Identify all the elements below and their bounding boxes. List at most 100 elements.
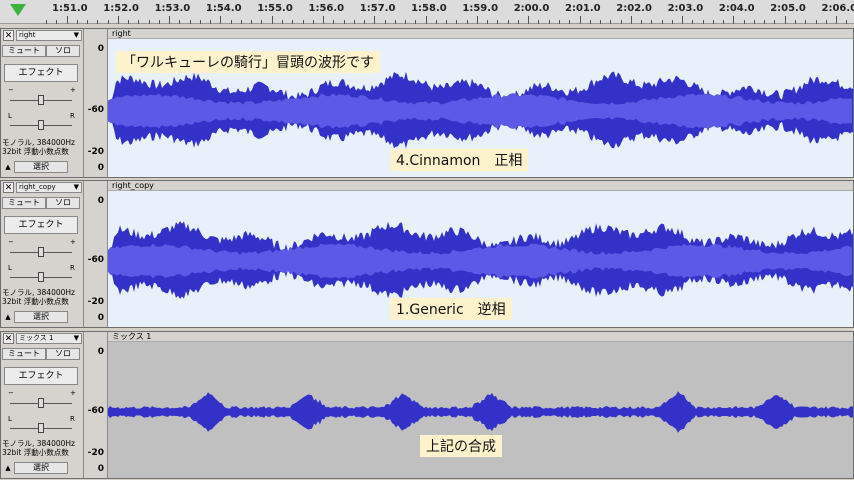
ruler-tick-mark	[774, 20, 776, 24]
collapse-track-icon[interactable]: ▲	[3, 312, 13, 322]
ruler-tick-label: 2:01.0	[565, 3, 601, 14]
collapse-track-icon[interactable]: ▲	[3, 463, 13, 473]
ruler-tick-mark	[446, 20, 448, 24]
track-name-dropdown[interactable]: right ▼	[16, 30, 82, 41]
pan-slider-thumb[interactable]	[38, 423, 44, 433]
ruler-tick-mark	[333, 20, 335, 24]
scale-label-top: 0	[97, 44, 104, 54]
track-name-label: right_copy	[19, 183, 56, 191]
ruler-tick-mark	[651, 20, 653, 24]
timeline-ruler[interactable]: 1:51.0 1:52.0 1:53.0 1:54.0 1:55.0 1:56.0 1:57…	[0, 0, 854, 24]
ruler-tick-label: 1:54.0	[205, 3, 242, 14]
annotation-note: 4.Cinnamon 正相	[390, 149, 529, 171]
solo-button[interactable]: ソロ	[46, 45, 80, 57]
ruler-tick-label: 1:55.0	[257, 3, 293, 14]
gain-minus-label: −	[8, 86, 14, 94]
mute-button[interactable]: ミュート	[2, 197, 46, 209]
ruler-tick-mark	[271, 16, 273, 24]
collapse-track-icon[interactable]: ▲	[3, 162, 13, 172]
scale-label-bottom: -20	[87, 297, 104, 307]
ruler-tick-mark	[425, 16, 427, 24]
ruler-tick-mark	[374, 16, 376, 24]
ruler-tick-mark	[692, 20, 694, 24]
ruler-tick-mark	[733, 16, 735, 24]
ruler-tick-label: 2:02.0	[616, 3, 652, 14]
mute-button[interactable]: ミュート	[2, 45, 46, 57]
clip-title: ミックス 1	[108, 331, 854, 342]
ruler-tick-mark	[487, 20, 489, 24]
ruler-tick-mark	[251, 20, 253, 24]
audio-track-right[interactable]: ✕ right ▼ ミュート ソロ エフェクト − + L R モノラル, 384…	[0, 28, 854, 178]
ruler-tick-mark	[836, 16, 838, 24]
ruler-tick-mark	[56, 20, 58, 24]
audio-track-right-copy[interactable]: ✕ right_copy ▼ ミュート ソロ エフェクト − + L R モノラル…	[0, 180, 854, 328]
select-button[interactable]: 選択	[14, 161, 68, 173]
waveform-area[interactable]: right_copy 1.Generic 逆相	[108, 180, 854, 328]
solo-button[interactable]: ソロ	[46, 348, 80, 360]
close-track-icon[interactable]: ✕	[3, 30, 14, 41]
ruler-tick-label: 1:57.0	[359, 3, 396, 14]
pan-left-label: L	[8, 415, 12, 423]
ruler-tick-mark	[240, 20, 242, 24]
waveform-area[interactable]: ミックス 1 上記の合成	[108, 331, 854, 479]
ruler-tick-mark	[600, 20, 602, 24]
vertical-scale: 0 -60 -20 0	[84, 180, 108, 328]
effect-button[interactable]: エフェクト	[4, 367, 78, 385]
ruler-tick-mark	[712, 20, 714, 24]
ruler-tick-mark	[405, 20, 407, 24]
ruler-tick-mark	[630, 16, 632, 24]
annotation-note: 「ワルキューレの騎行」冒頭の波形です	[116, 51, 380, 73]
effect-button[interactable]: エフェクト	[4, 64, 78, 82]
close-track-icon[interactable]: ✕	[3, 182, 14, 193]
pan-left-label: L	[8, 112, 12, 120]
gain-slider-thumb[interactable]	[38, 95, 44, 105]
ruler-tick-mark	[179, 20, 181, 24]
audio-track-mix[interactable]: ✕ ミックス 1 ▼ ミュート ソロ エフェクト − + L R モノラル, 38…	[0, 331, 854, 479]
ruler-tick-mark	[528, 16, 530, 24]
ruler-tick-mark	[559, 20, 560, 24]
ruler-tick-label: 2:06.0	[821, 3, 854, 14]
ruler-tick-mark	[415, 20, 417, 24]
ruler-tick-mark	[641, 20, 643, 24]
track-name-dropdown[interactable]: ミックス 1 ▼	[16, 333, 82, 344]
track-name-dropdown[interactable]: right_copy ▼	[16, 182, 82, 193]
ruler-tick-mark	[671, 20, 673, 24]
gain-minus-label: −	[8, 389, 14, 397]
waveform-area[interactable]: right 「ワルキューレの騎行」冒頭の波形です 4.Cinnamon 正相	[108, 28, 854, 178]
ruler-tick-mark	[723, 20, 725, 24]
ruler-tick-mark	[507, 20, 509, 24]
gain-plus-label: +	[70, 389, 76, 397]
ruler-tick-label: 2:05.0	[770, 3, 806, 14]
pan-slider-thumb[interactable]	[38, 120, 44, 130]
waveform[interactable]	[108, 342, 854, 479]
ruler-tick-mark	[815, 20, 817, 24]
ruler-tick-mark	[682, 16, 684, 24]
solo-button[interactable]: ソロ	[46, 197, 80, 209]
select-button[interactable]: 選択	[14, 462, 68, 474]
gain-slider-thumb[interactable]	[38, 247, 44, 257]
ruler-tick-label: 1:53.0	[154, 3, 191, 14]
scale-label-mid: -60	[87, 406, 104, 416]
ruler-tick-mark	[384, 20, 386, 24]
track-format-info: モノラル, 384000Hz	[2, 138, 75, 147]
gain-minus-label: −	[8, 238, 14, 246]
ruler-tick-mark	[199, 20, 201, 24]
select-button[interactable]: 選択	[14, 311, 68, 323]
ruler-tick-mark	[661, 20, 663, 24]
mute-button[interactable]: ミュート	[2, 348, 46, 360]
ruler-tick-mark	[702, 20, 704, 24]
scale-label-top: 0	[97, 196, 104, 206]
track-control-panel: ✕ right ▼ ミュート ソロ エフェクト − + L R モノラル, 384…	[0, 28, 84, 178]
track-control-panel: ✕ right_copy ▼ ミュート ソロ エフェクト − + L R モノラル…	[0, 180, 84, 328]
close-track-icon[interactable]: ✕	[3, 333, 14, 344]
play-head-marker-icon[interactable]	[10, 4, 26, 16]
pan-slider-thumb[interactable]	[38, 272, 44, 282]
ruler-tick-mark	[261, 20, 263, 24]
ruler-tick-mark	[517, 20, 519, 24]
ruler-tick-mark	[158, 20, 160, 24]
chevron-down-icon: ▼	[73, 334, 79, 342]
ruler-tick-mark	[76, 20, 78, 24]
track-name-label: ミックス 1	[19, 334, 54, 342]
gain-slider-thumb[interactable]	[38, 398, 44, 408]
effect-button[interactable]: エフェクト	[4, 216, 78, 234]
